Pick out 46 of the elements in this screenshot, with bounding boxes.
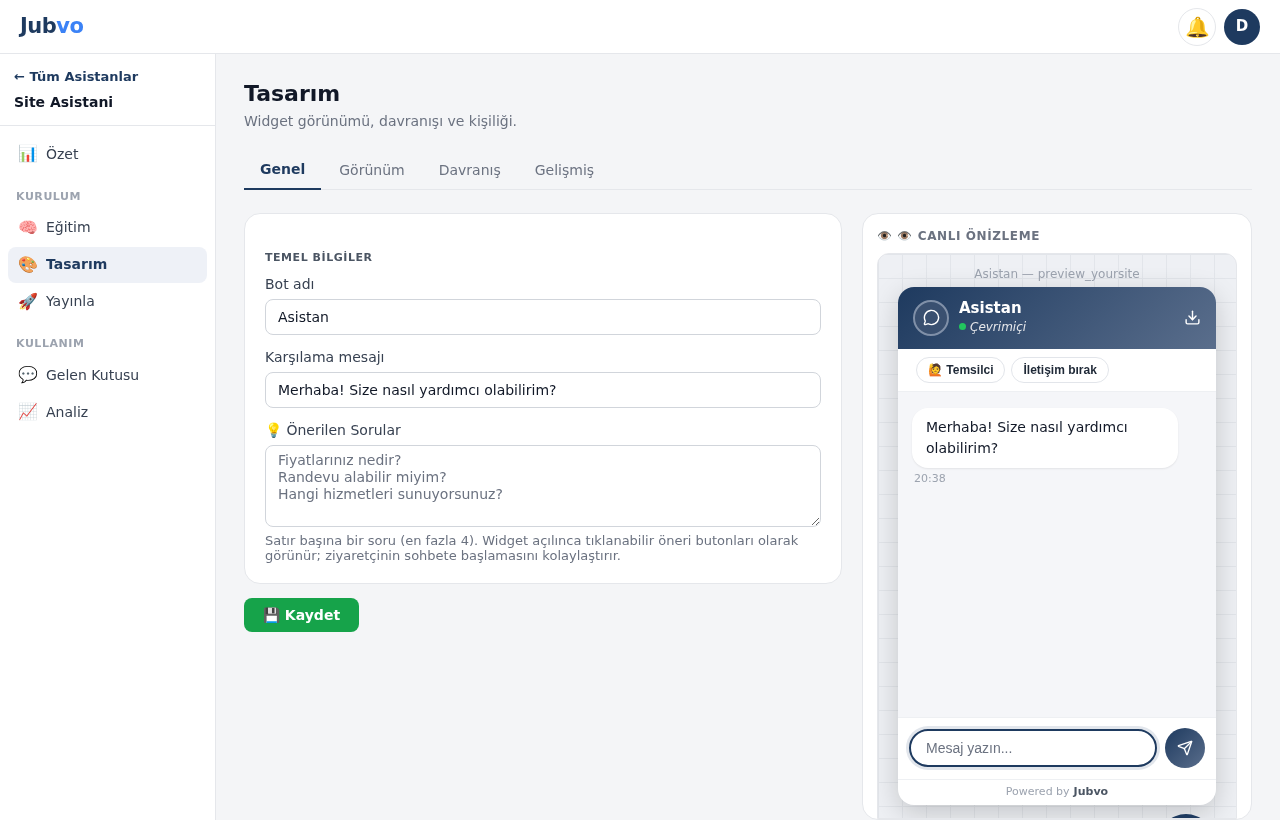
section-heading: TEMEL BİLGİLER (265, 249, 374, 266)
quick-action-chip[interactable]: İletişim bırak (1011, 356, 1109, 383)
tab[interactable]: Davranış (422, 151, 517, 190)
tab[interactable]: Genel (244, 151, 322, 190)
nav-icon: 📊 (18, 142, 36, 166)
page-subtitle: Widget görünümü, davranışı ve kişiliği. (244, 111, 518, 131)
message-time: 20:38 (914, 470, 947, 487)
nav-icon: 📈 (18, 400, 36, 424)
logo[interactable]: Jubvo (20, 10, 84, 43)
page-title: Tasarım (244, 80, 342, 108)
nav-item[interactable]: 🎨 Tasarım (8, 246, 207, 283)
bot-name: Asistan (959, 299, 1023, 318)
preview-title: 👁 👁 CANLI ÖNİZLEME (877, 227, 1041, 245)
site-caption: Asistan — preview_yoursite (974, 265, 1140, 283)
nav-item[interactable]: 📊 Özet (8, 136, 207, 172)
nav-icon: 💬 (18, 363, 36, 387)
nav-item[interactable]: 🧠 Eğitim (8, 209, 207, 246)
nav-icon: 🧠 (18, 215, 36, 240)
download-icon[interactable] (1184, 309, 1201, 326)
nav-item[interactable]: 💬 Gelen Kutusu (8, 357, 207, 393)
text-field[interactable]: Asistan (265, 299, 821, 335)
back-link[interactable]: ← Tüm Asistanlar (14, 67, 201, 87)
nav-icon: 🎨 (18, 252, 36, 277)
assistant-name: Site Asistani (14, 92, 115, 112)
tab[interactable]: Görünüm (323, 151, 421, 190)
questions-field[interactable]: Fiyatlarınız nedir? Randevu alabilir miyim? Hangi hizmetleri sunuyorsunuz? (265, 445, 821, 527)
help-text: Satır başına bir soru (en fazla 4). Widget açılınca tıklanabilir öneri butonları olarak görünür; ziyaretçinin sohbete başlamasını kolaylaştırır. (265, 533, 800, 563)
field-label: Karşılama mesajı (265, 348, 386, 367)
status-text: Çevrimiçi (970, 318, 1027, 336)
nav-item[interactable]: 📈 Analiz (8, 394, 207, 430)
field-label: 💡 Önerilen Sorular (265, 421, 402, 440)
tab[interactable]: Gelişmiş (518, 151, 611, 190)
chat-bubble: Merhaba! Size nasıl yardımcı olabilirim? (912, 407, 1178, 468)
text-field[interactable]: Merhaba! Size nasıl yardımcı olabilirim? (265, 372, 821, 408)
send-icon (1177, 740, 1193, 756)
chat-icon (913, 299, 949, 336)
send-button[interactable] (1165, 728, 1205, 768)
quick-action-chip[interactable]: 🙋 Temsilci (916, 356, 1006, 383)
user-avatar[interactable]: D (1224, 8, 1260, 45)
section-label: KURULUM (15, 188, 82, 205)
section-label: KULLANIM (15, 336, 86, 352)
message-field[interactable]: Mesaj yazın... (909, 729, 1157, 767)
powered-by: Powered by Jubvo (898, 778, 1216, 805)
nav-icon: 🚀 (18, 289, 36, 314)
field-label: Bot adı (265, 275, 316, 294)
nav-item[interactable]: 🚀 Yayınla (8, 283, 207, 320)
